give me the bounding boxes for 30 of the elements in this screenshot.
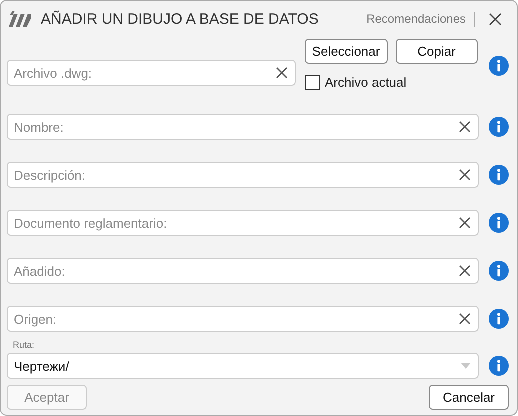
dropdown[interactable]: Чертежи/ — [7, 353, 479, 379]
clear-icon[interactable] — [459, 121, 471, 133]
info-icon[interactable] — [489, 356, 509, 376]
checkbox[interactable] — [305, 75, 320, 90]
input-field[interactable]: Nombre: — [7, 114, 479, 140]
info-icon[interactable] — [489, 165, 509, 185]
field-label: Ruta: — [13, 340, 36, 351]
action-button[interactable]: Copiar — [396, 39, 478, 64]
info-icon[interactable] — [489, 56, 509, 76]
window-title: AÑADIR UN DIBUJO A BASE DE DATOS — [41, 10, 320, 28]
clear-icon[interactable] — [459, 265, 471, 277]
info-icon[interactable] — [489, 309, 509, 329]
info-icon[interactable] — [489, 261, 509, 281]
input-field[interactable]: Descripción: — [7, 162, 479, 188]
info-icon[interactable] — [489, 213, 509, 233]
input-field[interactable]: Origen: — [7, 306, 479, 332]
input-field[interactable]: Añadido: — [7, 258, 479, 284]
clear-icon[interactable] — [459, 217, 471, 229]
logo-icon — [9, 11, 31, 27]
checkbox-label: Archivo actual — [325, 75, 407, 90]
clear-icon[interactable] — [276, 67, 288, 79]
clear-icon[interactable] — [459, 169, 471, 181]
close-icon[interactable] — [489, 12, 502, 26]
input-field[interactable]: Archivo .dwg: — [7, 60, 296, 86]
input-field[interactable]: Documento reglamentario: — [7, 210, 479, 236]
help-link[interactable]: Recomendaciones — [366, 12, 466, 26]
action-button[interactable]: Seleccionar — [305, 39, 388, 64]
action-button[interactable]: Cancelar — [429, 385, 509, 410]
info-icon[interactable] — [489, 117, 509, 137]
clear-icon[interactable] — [459, 313, 471, 325]
